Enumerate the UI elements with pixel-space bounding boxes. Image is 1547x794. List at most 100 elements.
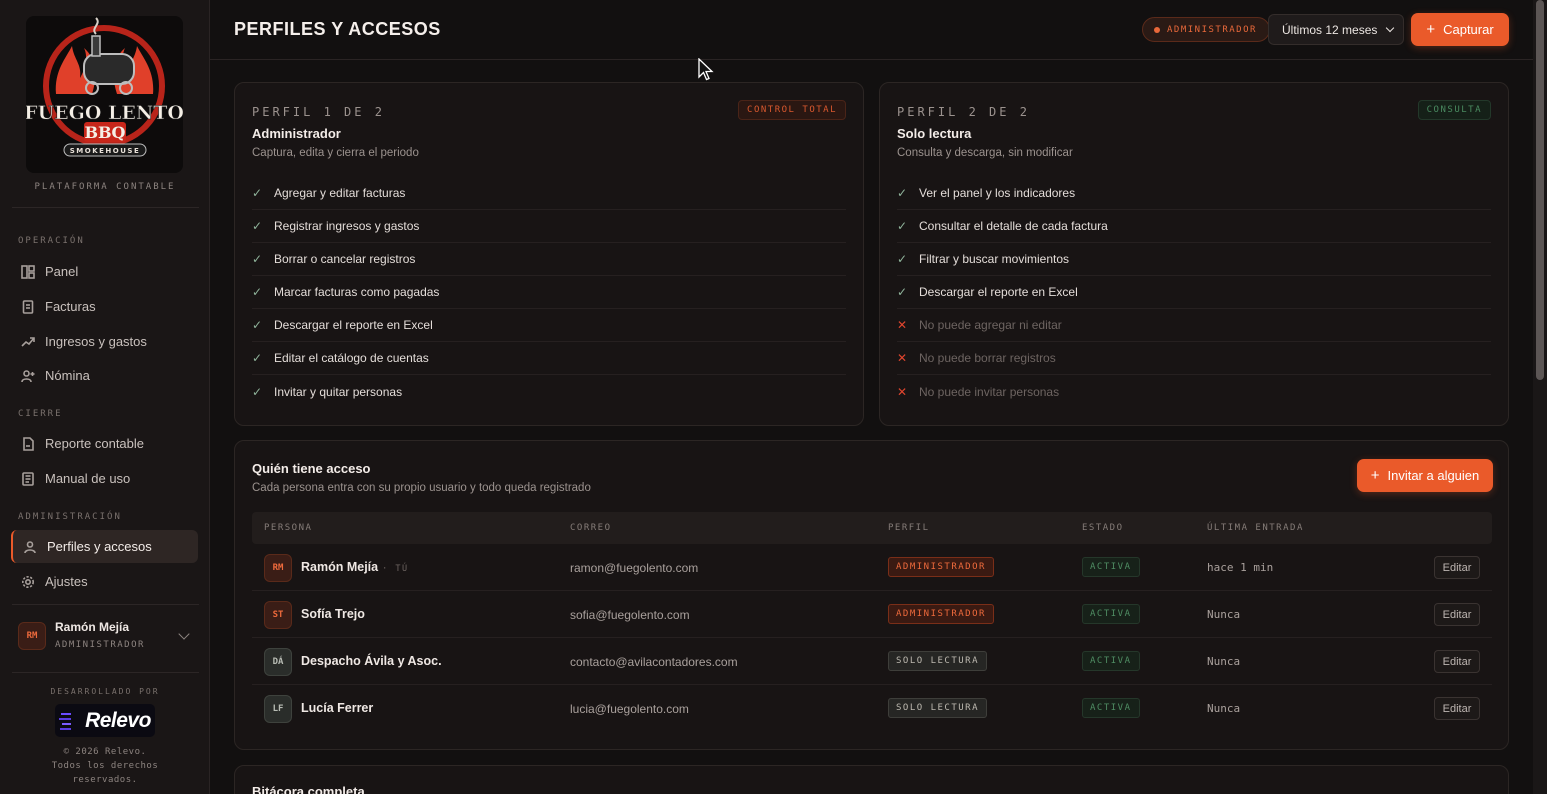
- copyright-line: © 2026 Relevo.: [63, 747, 147, 757]
- edit-button[interactable]: Editar: [1434, 650, 1480, 673]
- permission-text: Descargar el reporte en Excel: [919, 285, 1078, 299]
- avatar: RM: [18, 622, 46, 650]
- chevron-down-icon[interactable]: [178, 628, 190, 640]
- invite-button[interactable]: + Invitar a alguien: [1357, 459, 1493, 492]
- permission-text: No puede agregar ni editar: [919, 318, 1062, 332]
- logo-text-fuego: FUEGO LENTO: [26, 102, 183, 124]
- user-plus-icon: [21, 369, 35, 382]
- check-icon: ✓: [252, 285, 263, 299]
- plus-icon: +: [1426, 21, 1436, 38]
- role-chip: ADMINISTRADOR: [1142, 17, 1270, 42]
- sidebar-item-nomina[interactable]: Nómina: [11, 359, 198, 392]
- person-name: Sofía Trejo: [301, 607, 365, 621]
- gear-icon: [22, 575, 34, 588]
- profile-title: Solo lectura: [897, 126, 972, 141]
- permission-text: Descargar el reporte en Excel: [274, 318, 433, 332]
- sidebar-item-facturas[interactable]: Facturas: [11, 290, 198, 323]
- edit-button[interactable]: Editar: [1434, 603, 1480, 626]
- sidebar-item-manual-uso[interactable]: Manual de uso: [11, 462, 198, 495]
- permission-text: Filtrar y buscar movimientos: [919, 252, 1070, 266]
- avatar: LF: [264, 695, 292, 723]
- close-icon: ✕: [897, 351, 908, 365]
- log-title: Bitácora completa: [252, 784, 365, 794]
- permission-text: Borrar o cancelar registros: [274, 252, 416, 266]
- check-icon: ✓: [897, 252, 908, 266]
- column-header: ESTADO: [1082, 523, 1124, 533]
- person-name-text: Ramón Mejía: [301, 560, 379, 574]
- permission-text: Ver el panel y los indicadores: [919, 186, 1076, 200]
- permission-item: ✓ Ver el panel y los indicadores: [897, 177, 1491, 210]
- permission-item: ✓ Agregar y editar facturas: [252, 177, 846, 210]
- trend-icon: [21, 336, 35, 347]
- capture-button[interactable]: + Capturar: [1411, 13, 1509, 46]
- profile-badge: ADMINISTRADOR: [888, 604, 994, 624]
- sidebar-item-perfiles-accesos[interactable]: Perfiles y accesos: [11, 530, 198, 563]
- period-value: Últimos 12 meses: [1282, 22, 1378, 37]
- report-icon: [23, 436, 34, 451]
- permission-item: ✓ Borrar o cancelar registros: [252, 243, 846, 276]
- last-entry: hace 1 min: [1207, 561, 1274, 574]
- relevo-logo[interactable]: Relevo: [55, 704, 155, 737]
- table-row: LF Lucía Ferrer lucia@fuegolento.com SOL…: [252, 685, 1492, 732]
- scrollbar-thumb[interactable]: [1536, 0, 1544, 380]
- check-icon: ✓: [897, 285, 908, 299]
- sidebar-item-label: Panel: [45, 264, 79, 279]
- sidebar-item-label: Facturas: [45, 299, 96, 314]
- column-header: CORREO: [570, 523, 612, 533]
- edit-button[interactable]: Editar: [1434, 697, 1480, 720]
- check-icon: ✓: [252, 219, 263, 233]
- access-subtitle: Cada persona entra con su propio usuario…: [252, 482, 591, 494]
- profile-subtitle: Captura, edita y cierra el periodo: [252, 147, 419, 159]
- users-icon: [24, 540, 36, 553]
- page-title: PERFILES Y ACCESOS: [234, 19, 441, 39]
- permission-list: ✓ Ver el panel y los indicadores ✓ Consult…: [897, 177, 1491, 408]
- sidebar-item-reporte-contable[interactable]: Reporte contable: [11, 427, 198, 460]
- last-entry: Nunca: [1207, 702, 1241, 715]
- check-icon: ✓: [252, 252, 263, 266]
- status-badge: ACTIVA: [1082, 604, 1140, 624]
- person-email: lucia@fuegolento.com: [570, 702, 689, 716]
- sidebar-item-panel[interactable]: Panel: [11, 255, 198, 288]
- sidebar-item-label: Nómina: [45, 368, 90, 383]
- profile-subtitle: Consulta y descarga, sin modificar: [897, 147, 1073, 159]
- column-header: ÚLTIMA ENTRADA: [1207, 523, 1304, 533]
- check-icon: ✓: [252, 384, 263, 399]
- period-select[interactable]: Últimos 12 meses: [1268, 14, 1404, 45]
- copyright-line: reservados.: [72, 775, 138, 785]
- permission-text: Marcar facturas como pagadas: [274, 285, 440, 299]
- permission-item: ✕ No puede borrar registros: [897, 342, 1491, 375]
- copyright-line: Todos los derechos: [51, 761, 159, 771]
- edit-button[interactable]: Editar: [1434, 556, 1480, 579]
- table-row: DÁ Despacho Ávila y Asoc. contacto@avila…: [252, 638, 1492, 685]
- profile-card-solo-lectura: PERFIL 2 DE 2 CONSULTA Solo lectura Cons…: [879, 82, 1509, 426]
- person-name: Ramón Mejía · TÚ: [301, 560, 409, 574]
- logo-text-smokehouse: SMOKEHOUSE: [70, 147, 140, 155]
- user-name: Ramón Mejía: [55, 620, 130, 634]
- avatar: RM: [264, 554, 292, 582]
- current-user-menu[interactable]: RM Ramón Mejía ADMINISTRADOR: [18, 618, 193, 658]
- permission-item: ✓ Filtrar y buscar movimientos: [897, 243, 1491, 276]
- table-row: RM Ramón Mejía · TÚ ramon@fuegolento.com …: [252, 544, 1492, 591]
- avatar: ST: [264, 601, 292, 629]
- invoice-icon: [22, 299, 34, 314]
- permission-text: Editar el catálogo de cuentas: [274, 351, 429, 365]
- profile-eyebrow: PERFIL 1 DE 2: [252, 105, 385, 119]
- sidebar-item-label: Perfiles y accesos: [47, 539, 152, 554]
- profile-tag: CONTROL TOTAL: [738, 100, 846, 120]
- permission-text: Consultar el detalle de cada factura: [919, 219, 1108, 233]
- sidebar-item-ingresos-gastos[interactable]: Ingresos y gastos: [11, 325, 198, 358]
- person-email: sofia@fuegolento.com: [570, 608, 690, 622]
- profile-tag: CONSULTA: [1417, 100, 1491, 120]
- top-bar: PERFILES Y ACCESOS ADMINISTRADOR Últimos…: [210, 0, 1533, 60]
- logo-text-bbq: BBQ: [85, 123, 126, 142]
- access-title: Quién tiene acceso: [252, 461, 371, 476]
- permission-text: Agregar y editar facturas: [274, 186, 406, 200]
- check-icon: ✓: [252, 318, 263, 332]
- check-icon: ✓: [252, 186, 263, 200]
- divider: [12, 604, 199, 605]
- divider: [12, 207, 199, 208]
- sidebar-item-ajustes[interactable]: Ajustes: [11, 565, 198, 598]
- log-section: Bitácora completa: [234, 765, 1509, 794]
- brand-logo: FUEGO LENTO BBQ SMOKEHOUSE: [26, 16, 183, 173]
- sidebar: FUEGO LENTO BBQ SMOKEHOUSE PLATAFORMA CO…: [0, 0, 210, 794]
